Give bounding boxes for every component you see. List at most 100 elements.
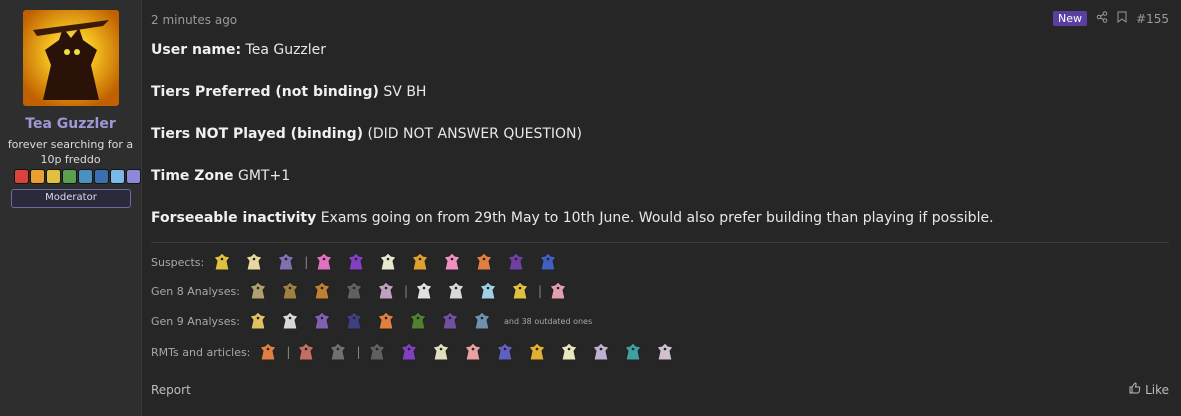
post-number[interactable]: #155	[1136, 12, 1169, 26]
pokemon-sprite-icon[interactable]	[344, 251, 368, 273]
line-label: Tiers Preferred (not binding)	[151, 84, 379, 100]
pokemon-sprite-icon[interactable]	[274, 251, 298, 273]
separator: |	[304, 255, 309, 269]
badge-icon[interactable]	[46, 169, 61, 184]
line-label: Forseeable inactivity	[151, 210, 317, 226]
pokemon-sprite-icon[interactable]	[310, 310, 334, 332]
post-line-inactivity: Forseeable inactivity Exams going on fro…	[151, 210, 994, 252]
signature-gen8-row: Gen 8 Analyses: | |	[151, 278, 578, 304]
pokemon-sprite-icon[interactable]	[312, 251, 336, 273]
pokemon-sprite-icon[interactable]	[472, 251, 496, 273]
pokemon-sprite-icon[interactable]	[536, 251, 560, 273]
pokemon-sprite-icon[interactable]	[246, 280, 270, 302]
user-title: forever searching for a 10p freddo	[7, 138, 134, 166]
line-value: Exams going on from 29th May to 10th Jun…	[320, 210, 994, 226]
report-link[interactable]: Report	[151, 383, 191, 397]
post-line-time-zone: Time Zone GMT+1	[151, 168, 994, 210]
rmts-sprites: | |	[256, 341, 684, 363]
pokemon-sprite-icon[interactable]	[374, 310, 398, 332]
pokemon-sprite-icon[interactable]	[461, 341, 485, 363]
pokemon-sprite-icon[interactable]	[621, 341, 645, 363]
avatar[interactable]	[23, 10, 119, 106]
pokemon-sprite-icon[interactable]	[326, 341, 350, 363]
forum-post: Tea Guzzler forever searching for a 10p …	[0, 0, 1181, 416]
pokemon-sprite-icon[interactable]	[438, 310, 462, 332]
user-sidebar: Tea Guzzler forever searching for a 10p …	[0, 0, 142, 416]
pokemon-sprite-icon[interactable]	[408, 251, 432, 273]
gen9-label: Gen 9 Analyses:	[151, 314, 240, 328]
separator: |	[538, 284, 543, 298]
pokemon-sprite-icon[interactable]	[653, 341, 677, 363]
gen8-label: Gen 8 Analyses:	[151, 284, 240, 298]
pokemon-sprite-icon[interactable]	[374, 280, 398, 302]
suspects-label: Suspects:	[151, 255, 205, 269]
line-label: User name:	[151, 42, 242, 58]
like-button[interactable]: Like	[1129, 382, 1169, 397]
line-label: Tiers NOT Played (binding)	[151, 126, 363, 142]
line-value: (DID NOT ANSWER QUESTION)	[367, 126, 582, 142]
pokemon-sprite-icon[interactable]	[294, 341, 318, 363]
pokemon-sprite-icon[interactable]	[278, 310, 302, 332]
pokemon-sprite-icon[interactable]	[210, 251, 234, 273]
bookmark-icon[interactable]	[1117, 11, 1127, 26]
post-line-username: User name: Tea Guzzler	[151, 42, 994, 84]
pokemon-sprite-icon[interactable]	[508, 280, 532, 302]
separator: |	[404, 284, 409, 298]
separator: |	[286, 345, 291, 359]
line-value: GMT+1	[238, 168, 291, 184]
badge-row	[14, 169, 141, 185]
badge-icon[interactable]	[14, 169, 29, 184]
pokemon-sprite-icon[interactable]	[376, 251, 400, 273]
badge-icon[interactable]	[30, 169, 45, 184]
signature-suspects-row: Suspects: |	[151, 249, 568, 275]
post-time[interactable]: 2 minutes ago	[151, 13, 237, 27]
pokemon-sprite-icon[interactable]	[470, 310, 494, 332]
new-badge: New	[1053, 11, 1088, 26]
signature-rmts-row: RMTs and articles: | |	[151, 339, 685, 365]
gen8-sprites: | |	[246, 280, 578, 302]
pokemon-sprite-icon[interactable]	[440, 251, 464, 273]
pokemon-sprite-icon[interactable]	[493, 341, 517, 363]
pokemon-sprite-icon[interactable]	[429, 341, 453, 363]
pokemon-sprite-icon[interactable]	[476, 280, 500, 302]
outdated-note[interactable]: and 38 outdated ones	[504, 317, 592, 326]
badge-icon[interactable]	[126, 169, 141, 184]
suspects-sprites: |	[210, 251, 568, 273]
pokemon-sprite-icon[interactable]	[342, 310, 366, 332]
pokemon-sprite-icon[interactable]	[406, 310, 430, 332]
pokemon-sprite-icon[interactable]	[365, 341, 389, 363]
separator: |	[356, 345, 361, 359]
rmts-label: RMTs and articles:	[151, 345, 251, 359]
post-body: User name: Tea Guzzler Tiers Preferred (…	[151, 42, 994, 252]
share-icon[interactable]	[1096, 11, 1108, 26]
pokemon-sprite-icon[interactable]	[278, 280, 302, 302]
pokemon-sprite-icon[interactable]	[310, 280, 334, 302]
post-line-tiers-not-played: Tiers NOT Played (binding) (DID NOT ANSW…	[151, 126, 994, 168]
pokemon-sprite-icon[interactable]	[557, 341, 581, 363]
pokemon-sprite-icon[interactable]	[397, 341, 421, 363]
like-label: Like	[1145, 382, 1169, 397]
line-label: Time Zone	[151, 168, 234, 184]
pokemon-sprite-icon[interactable]	[525, 341, 549, 363]
pokemon-sprite-icon[interactable]	[589, 341, 613, 363]
pokemon-sprite-icon[interactable]	[242, 251, 266, 273]
pokemon-sprite-icon[interactable]	[546, 280, 570, 302]
signature-divider	[151, 242, 1169, 243]
line-value: Tea Guzzler	[245, 42, 327, 58]
badge-icon[interactable]	[94, 169, 109, 184]
pokemon-sprite-icon[interactable]	[412, 280, 436, 302]
line-value: SV BH	[383, 84, 427, 100]
pokemon-sprite-icon[interactable]	[246, 310, 270, 332]
post-actions: New #155	[1053, 11, 1169, 26]
badge-icon[interactable]	[78, 169, 93, 184]
gen9-sprites	[246, 310, 502, 332]
thumbs-up-icon	[1129, 382, 1141, 397]
badge-icon[interactable]	[110, 169, 125, 184]
pokemon-sprite-icon[interactable]	[342, 280, 366, 302]
pokemon-sprite-icon[interactable]	[504, 251, 528, 273]
username[interactable]: Tea Guzzler	[0, 116, 141, 132]
pokemon-sprite-icon[interactable]	[256, 341, 280, 363]
pokemon-sprite-icon[interactable]	[444, 280, 468, 302]
badge-icon[interactable]	[62, 169, 77, 184]
signature-gen9-row: Gen 9 Analyses: and 38 outdated ones	[151, 308, 592, 334]
